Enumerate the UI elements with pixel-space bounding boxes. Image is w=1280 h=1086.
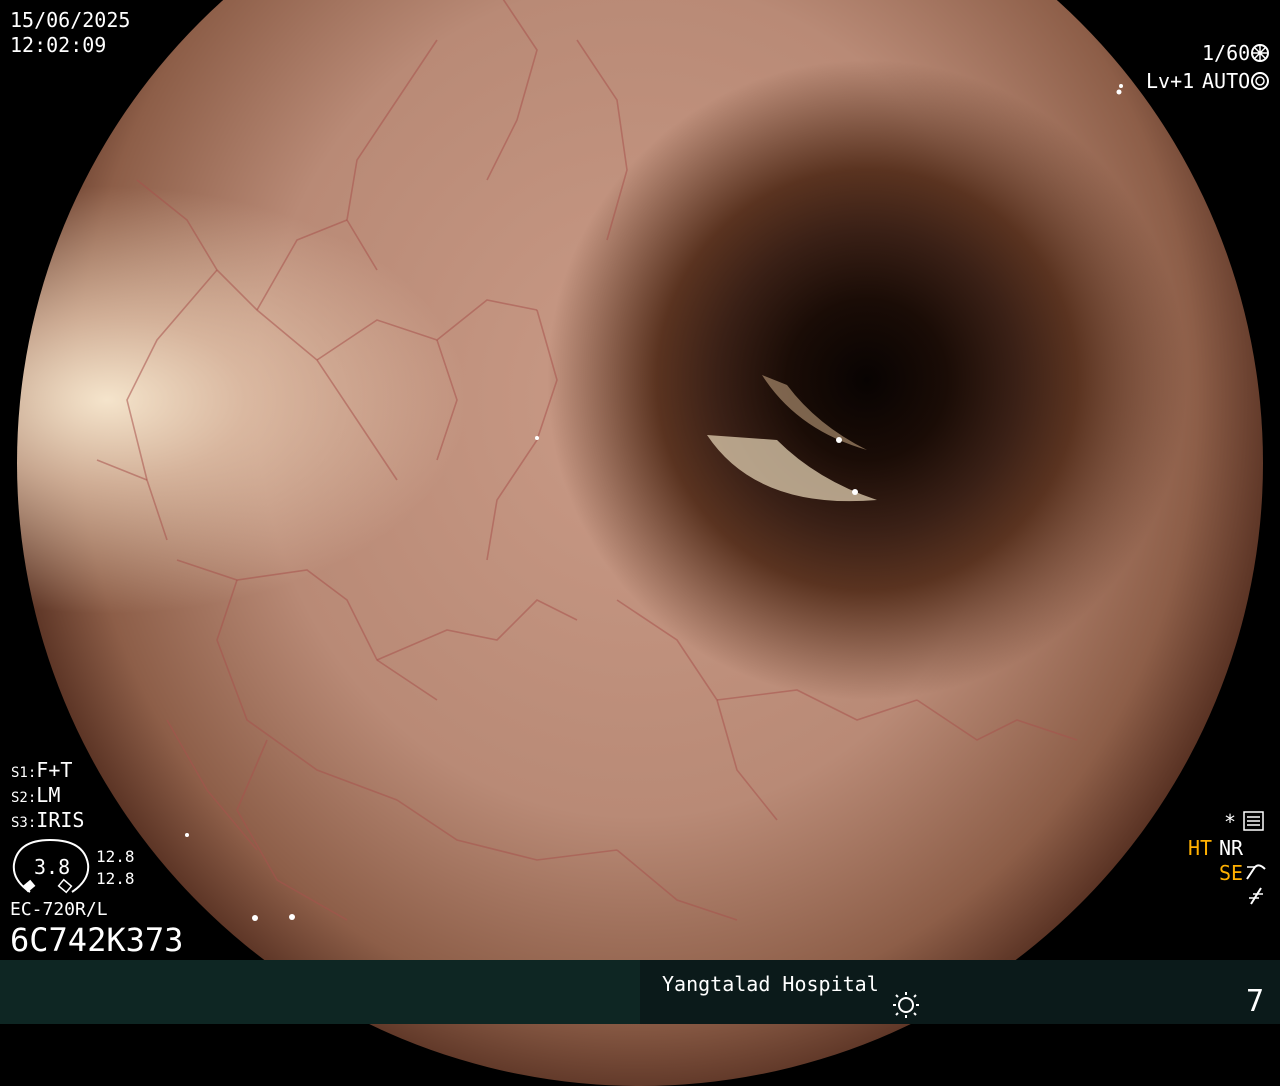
footer-left-panel	[0, 960, 640, 1024]
se-indicator: SE	[1219, 861, 1244, 885]
gauge-center-value: 3.8	[34, 855, 71, 879]
scope-model: EC-720R/L	[10, 899, 108, 920]
mucosa-vessels	[96, 0, 1123, 921]
gauge-value-a: 12.8	[96, 847, 135, 866]
endoscope-view	[17, 0, 1263, 1086]
settings-list: S1:F+T S2:LM S3:IRIS	[11, 758, 84, 833]
hospital-name: Yangtalad Hospital	[662, 972, 879, 996]
freeze-icon	[1245, 886, 1267, 910]
shutter-value: 1/60	[1202, 41, 1251, 65]
ht-indicator: HT	[1188, 836, 1213, 860]
star-indicator: *	[1224, 810, 1237, 834]
footer-right-panel: Yangtalad Hospital 7	[640, 960, 1280, 1024]
setting-s3: S3:IRIS	[11, 808, 84, 833]
settings-menu-icon	[1243, 811, 1264, 835]
gauge-value-b: 12.8	[96, 869, 135, 888]
setting-s3-key: S3:	[11, 815, 37, 831]
iris-mode: AUTO	[1202, 69, 1251, 93]
date-label: 15/06/2025	[10, 8, 131, 32]
iris-icon	[1250, 71, 1270, 95]
time-label: 12:02:09	[10, 33, 107, 57]
level-value: Lv+1	[1146, 69, 1195, 93]
light-icon	[890, 990, 922, 1024]
setting-s1-value: F+T	[36, 758, 73, 782]
setting-s1: S1:F+T	[11, 758, 84, 783]
setting-s2-value: LM	[36, 783, 61, 807]
scope-serial: 6C742K373	[10, 921, 184, 959]
aperture-icon	[1250, 43, 1270, 67]
nr-indicator: NR	[1219, 836, 1244, 860]
setting-s2-key: S2:	[11, 790, 37, 806]
setting-s2: S2:LM	[11, 783, 84, 808]
curve-icon	[1245, 861, 1267, 885]
setting-s1-key: S1:	[11, 765, 37, 781]
image-number: 7	[1246, 984, 1265, 1019]
setting-s3-value: IRIS	[36, 808, 85, 832]
insertion-gauge: 3.8	[10, 836, 92, 898]
